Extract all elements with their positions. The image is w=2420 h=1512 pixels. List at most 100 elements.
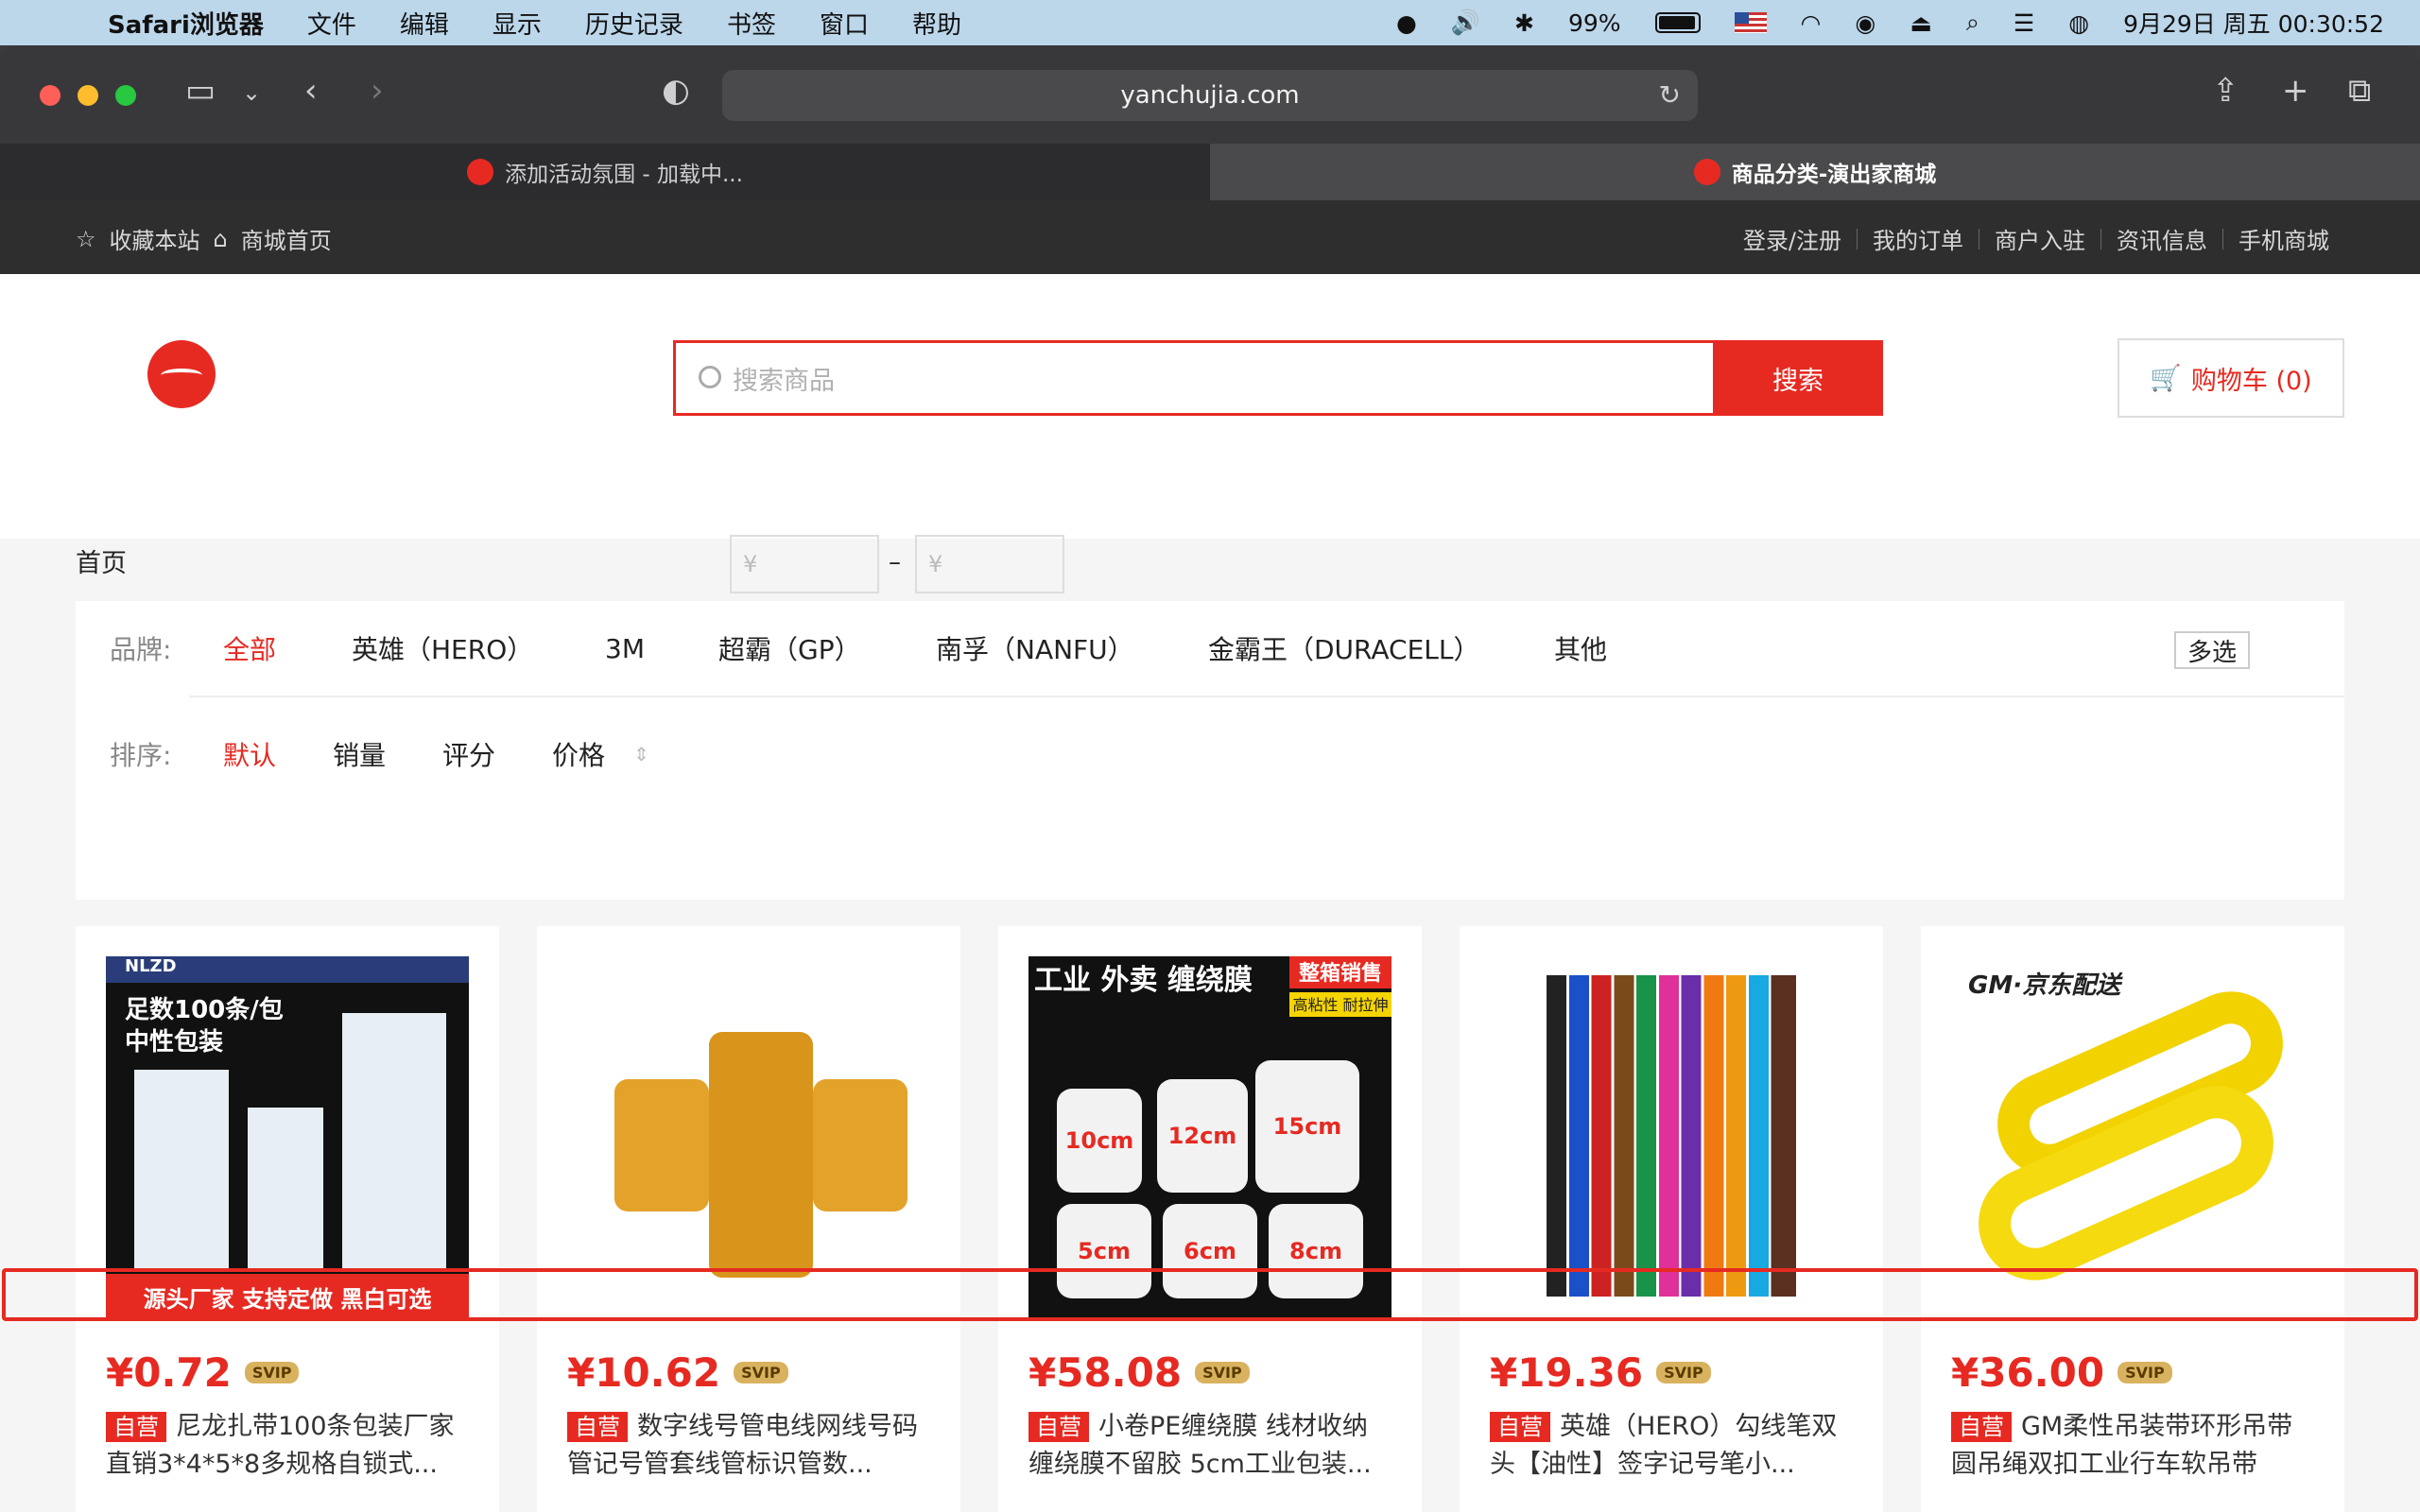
store-home-link[interactable]: 商城首页	[241, 222, 332, 255]
back-icon[interactable]: ‹	[304, 72, 318, 110]
svip-badge: SVIP	[734, 1362, 788, 1383]
search-icon	[699, 366, 721, 388]
product-card[interactable]: NLZD 足数100条/包 中性包装 源头厂家 支持定做 黑白可选 ¥0.72 S…	[76, 926, 499, 1512]
menu-edit[interactable]: 编辑	[400, 6, 449, 41]
battery-icon[interactable]	[1654, 12, 1701, 33]
film-roll: 15cm	[1255, 1060, 1359, 1193]
cart-icon: 🛒	[2150, 364, 2182, 393]
sort-sales[interactable]: 销量	[333, 735, 442, 773]
svip-badge: SVIP	[2118, 1362, 2172, 1383]
image-brand: GM·京东配送	[1968, 971, 2121, 1000]
volume-icon[interactable]: 🔊	[1451, 9, 1480, 37]
sort-rating[interactable]: 评分	[442, 735, 552, 773]
menu-help[interactable]: 帮助	[912, 6, 961, 41]
wifi-icon[interactable]: ◠	[1801, 9, 1822, 37]
breadcrumb[interactable]: 首页	[76, 542, 127, 579]
address-bar[interactable]: yanchujia.com ↻	[722, 70, 1698, 121]
product-price: ¥19.36	[1490, 1349, 1644, 1396]
new-tab-icon[interactable]: +	[2282, 72, 2309, 110]
product-card[interactable]: ¥19.36 SVIP 自营 英雄（HERO）勾线笔双头【油性】签字记号笔小...	[1460, 926, 1883, 1512]
image-brand: NLZD	[106, 956, 469, 983]
product-image-markers[interactable]	[1490, 956, 1853, 1319]
menu-bookmarks[interactable]: 书签	[727, 6, 776, 41]
spool-graphic	[709, 1032, 813, 1278]
product-price: ¥36.00	[1951, 1349, 2105, 1396]
product-card[interactable]: ¥10.62 SVIP 自营 数字线号管电线网线号码管记号管套线管标识管数...	[537, 926, 960, 1512]
product-image-stretch-film[interactable]: 工业 外卖 缠绕膜 整箱销售 高粘性 耐拉伸 10cm 12cm 15cm 5c…	[1028, 956, 1392, 1319]
menu-window[interactable]: 窗口	[820, 6, 869, 41]
sidebar-icon[interactable]: ▭	[185, 72, 216, 110]
brand-option-all[interactable]: 全部	[223, 629, 352, 667]
film-roll: 8cm	[1269, 1204, 1363, 1298]
brand-option-other[interactable]: 其他	[1554, 629, 1607, 667]
spool-graphic	[813, 1079, 908, 1211]
eject-icon[interactable]: ⏏	[1910, 9, 1932, 37]
reload-icon[interactable]: ↻	[1659, 79, 1681, 111]
siri-icon[interactable]: ◍	[2068, 9, 2089, 37]
self-operated-tag: 自营	[1028, 1412, 1089, 1442]
my-orders-link[interactable]: 我的订单	[1873, 222, 1963, 255]
minimize-window-button[interactable]	[78, 85, 98, 106]
product-price: ¥0.72	[106, 1349, 232, 1396]
menu-history[interactable]: 历史记录	[585, 6, 683, 41]
search-button[interactable]: 搜索	[1713, 340, 1883, 416]
product-image-lifting-sling[interactable]: GM·京东配送	[1951, 956, 2314, 1319]
tab-loading[interactable]: 添加活动氛围 - 加载中...	[0, 144, 1210, 200]
input-source-flag-icon[interactable]	[1734, 12, 1767, 33]
menu-file[interactable]: 文件	[307, 6, 356, 41]
divider	[2222, 228, 2223, 249]
share-icon[interactable]: ⇪	[2212, 72, 2239, 110]
multi-select-button[interactable]: 多选	[2174, 631, 2250, 669]
price-max-input[interactable]: ¥	[915, 535, 1064, 593]
brand-option-hero[interactable]: 英雄（HERO）	[352, 629, 605, 667]
film-roll: 6cm	[1163, 1204, 1257, 1298]
close-window-button[interactable]	[40, 85, 60, 106]
tab-active[interactable]: 商品分类-演出家商城	[1210, 144, 2420, 200]
sort-arrows-icon[interactable]: ⇕	[633, 743, 649, 765]
product-image-wire-markers[interactable]	[567, 956, 930, 1319]
forward-icon[interactable]: ›	[371, 72, 384, 110]
merchant-join-link[interactable]: 商户入驻	[1995, 222, 2085, 255]
user-icon[interactable]: ◉	[1855, 9, 1876, 37]
bag-graphic	[342, 1013, 446, 1268]
sort-price[interactable]: 价格	[552, 735, 605, 773]
product-price: ¥58.08	[1028, 1349, 1183, 1396]
clock[interactable]: 9月29日 周五 00:30:52	[2123, 6, 2384, 40]
image-heading: 工业 外卖 缠绕膜	[1034, 964, 1253, 997]
product-card[interactable]: GM·京东配送 ¥36.00 SVIP 自营 GM柔性吊装带环形吊带圆吊绳双扣工业行…	[1921, 926, 2344, 1512]
site-logo[interactable]	[147, 340, 216, 408]
cart-button[interactable]: 🛒 购物车 (0)	[2118, 338, 2344, 418]
menu-app-name[interactable]: Safari浏览器	[108, 6, 264, 41]
mobile-store-link[interactable]: 手机商城	[2238, 222, 2329, 255]
url-text: yanchujia.com	[1120, 81, 1300, 110]
brand-option-gp[interactable]: 超霸（GP）	[718, 629, 936, 667]
tab-overview-icon[interactable]: ⧉	[2348, 72, 2371, 110]
menu-bar: Safari浏览器 文件 编辑 显示 历史记录 书签 窗口 帮助 ● 🔊 ✱ 9…	[0, 0, 2420, 45]
chevron-down-icon[interactable]: ⌄	[242, 79, 261, 106]
bookmark-site-link[interactable]: 收藏本站	[110, 222, 200, 255]
sort-default[interactable]: 默认	[223, 735, 333, 773]
bag-graphic	[248, 1108, 323, 1268]
wechat-icon[interactable]: ●	[1396, 9, 1417, 37]
product-card[interactable]: 工业 外卖 缠绕膜 整箱销售 高粘性 耐拉伸 10cm 12cm 15cm 5c…	[998, 926, 1422, 1512]
search-input[interactable]: 搜索商品	[673, 340, 1713, 416]
product-price: ¥10.62	[567, 1349, 721, 1396]
product-image-cable-ties[interactable]: NLZD 足数100条/包 中性包装 源头厂家 支持定做 黑白可选	[106, 956, 469, 1319]
login-link[interactable]: 登录/注册	[1743, 222, 1841, 255]
self-operated-tag: 自营	[106, 1412, 166, 1442]
news-link[interactable]: 资讯信息	[2117, 222, 2207, 255]
privacy-shield-icon[interactable]: ◐	[662, 72, 690, 110]
divider	[189, 696, 2344, 697]
menu-view[interactable]: 显示	[493, 6, 542, 41]
brand-option-duracell[interactable]: 金霸王（DURACELL）	[1208, 629, 1554, 667]
bluetooth-icon[interactable]: ✱	[1514, 9, 1534, 37]
brand-option-nanfu[interactable]: 南孚（NANFU）	[936, 629, 1208, 667]
film-roll: 5cm	[1057, 1204, 1151, 1298]
spotlight-search-icon[interactable]: ⌕	[1966, 9, 1979, 37]
zoom-window-button[interactable]	[115, 85, 136, 106]
brand-option-3m[interactable]: 3M	[605, 633, 718, 664]
price-min-input[interactable]: ¥	[730, 535, 879, 593]
sort-label: 排序:	[110, 740, 172, 771]
search-placeholder: 搜索商品	[733, 366, 835, 396]
control-center-icon[interactable]: ☰	[2014, 9, 2034, 37]
